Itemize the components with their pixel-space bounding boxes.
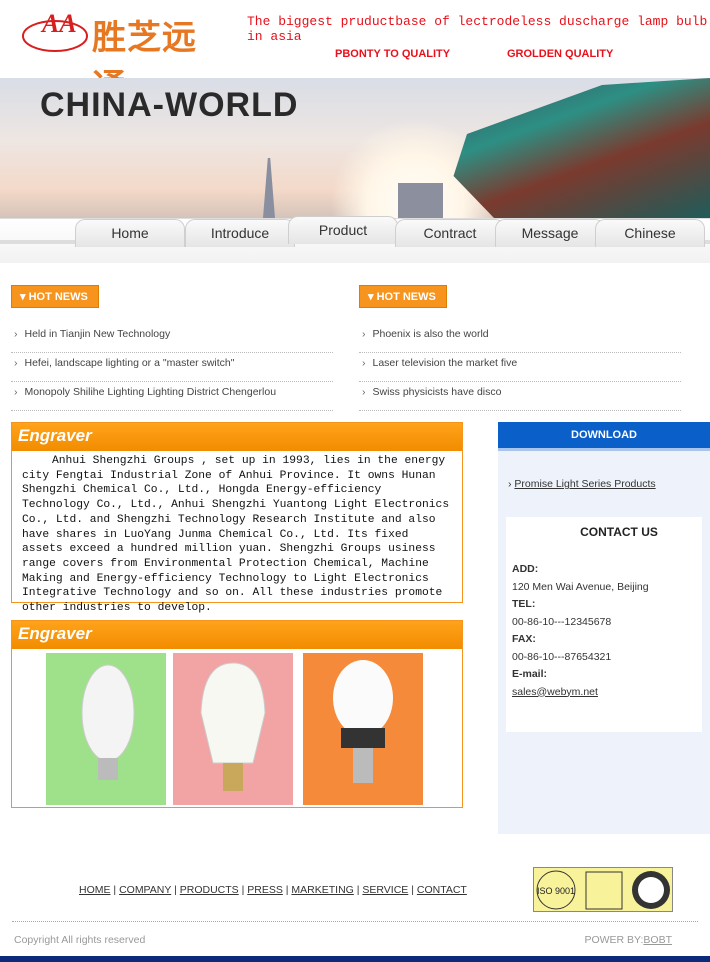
main-nav: Home Introduce Product Contract Message … (0, 216, 710, 263)
footer-press[interactable]: PRESS (247, 884, 283, 896)
news-item[interactable]: Held in Tianjin New Technology (11, 324, 333, 353)
powered-by: POWER BY:BOBT (584, 934, 672, 946)
hot-news-header: ▾ HOT NEWS (359, 285, 447, 308)
banner: CHINA-WORLD (0, 78, 710, 218)
banner-tower (263, 158, 275, 218)
product-image-3[interactable] (303, 653, 423, 805)
news-item[interactable]: Swiss physicists have disco (359, 382, 681, 411)
footer-divider (12, 921, 698, 922)
quality-slogan-1: PBONTY TO QUALITY (335, 48, 451, 60)
download-title: DOWNLOAD (571, 429, 637, 441)
nav-product[interactable]: Product (288, 216, 398, 244)
download-header: DOWNLOAD (498, 422, 710, 451)
header: AA 胜芝远通 The biggest pruductbase of lectr… (0, 0, 710, 107)
product-image-1[interactable] (46, 653, 166, 805)
address-label: ADD: (512, 563, 539, 575)
nav-home[interactable]: Home (75, 219, 185, 247)
news-item[interactable]: Phoenix is also the world (359, 324, 681, 353)
banner-title: CHINA-WORLD (40, 86, 299, 124)
banner-roof-image (453, 78, 710, 218)
hot-news-left: ▾ HOT NEWS Held in Tianjin New Technolog… (11, 285, 333, 411)
nav-contract[interactable]: Contract (395, 219, 505, 247)
footer-home[interactable]: HOME (79, 884, 111, 896)
nav-message[interactable]: Message (495, 219, 605, 247)
nav-chinese[interactable]: Chinese (595, 219, 705, 247)
hot-news-title: HOT NEWS (376, 291, 436, 303)
download-item: › Promise Light Series Products (508, 478, 656, 490)
news-item[interactable]: Hefei, landscape lighting or a "master s… (11, 353, 333, 382)
product-image-2[interactable] (173, 653, 293, 805)
news-item[interactable]: Monopoly Shilihe Lighting Lighting Distr… (11, 382, 333, 411)
footer-links: HOME | COMPANY | PRODUCTS | PRESS | MARK… (79, 884, 467, 896)
powered-by-link[interactable]: BOBT (643, 934, 672, 946)
logo-mark-icon: AA (22, 9, 88, 52)
contact-panel: CONTACT US ADD: 120 Men Wai Avenue, Beij… (506, 517, 702, 732)
certification-seals: ISO 9001 (533, 867, 673, 912)
email-label: E-mail: (512, 668, 548, 680)
about-box: Engraver Anhui Shengzhi Groups , set up … (11, 422, 463, 614)
svg-text:AA: AA (40, 9, 77, 38)
fax-label: FAX: (512, 633, 536, 645)
products-box: Engraver (11, 620, 463, 808)
products-header: Engraver (12, 621, 462, 649)
fax-value: 00-86-10---87654321 (512, 650, 612, 663)
banner-building (398, 183, 443, 218)
bottom-frame (0, 956, 710, 962)
contact-header: CONTACT US (580, 525, 658, 539)
about-text: Anhui Shengzhi Groups , set up in 1993, … (22, 455, 450, 615)
footer-contact[interactable]: CONTACT (417, 884, 467, 896)
footer-marketing[interactable]: MARKETING (291, 884, 353, 896)
quality-slogan-2: GROLDEN QUALITY (507, 48, 614, 60)
tel-label: TEL: (512, 598, 536, 610)
hot-news-header: ▾ HOT NEWS (11, 285, 99, 308)
powered-by-label: POWER BY: (584, 934, 644, 946)
tel-value: 00-86-10---12345678 (512, 615, 612, 628)
hot-news-right: ▾ HOT NEWS Phoenix is also the world Las… (359, 285, 681, 411)
svg-text:ISO 9001: ISO 9001 (537, 886, 575, 896)
slogan: The biggest pruductbase of lectrodeless … (247, 14, 708, 44)
news-item[interactable]: Laser television the market five (359, 353, 681, 382)
right-sidebar: DOWNLOAD › Promise Light Series Products… (498, 422, 710, 834)
email-link[interactable]: sales@webym.net (512, 686, 598, 698)
logo[interactable]: AA 胜芝远通 (20, 4, 230, 107)
hot-news-title: HOT NEWS (28, 291, 88, 303)
download-link[interactable]: Promise Light Series Products (514, 478, 655, 490)
nav-introduce[interactable]: Introduce (185, 219, 295, 247)
footer-products[interactable]: PRODUCTS (180, 884, 239, 896)
footer-service[interactable]: SERVICE (362, 884, 408, 896)
footer-company[interactable]: COMPANY (119, 884, 171, 896)
about-header: Engraver (12, 423, 462, 451)
address-value: 120 Men Wai Avenue, Beijing (512, 580, 649, 593)
copyright: Copyright All rights reserved (14, 934, 146, 946)
